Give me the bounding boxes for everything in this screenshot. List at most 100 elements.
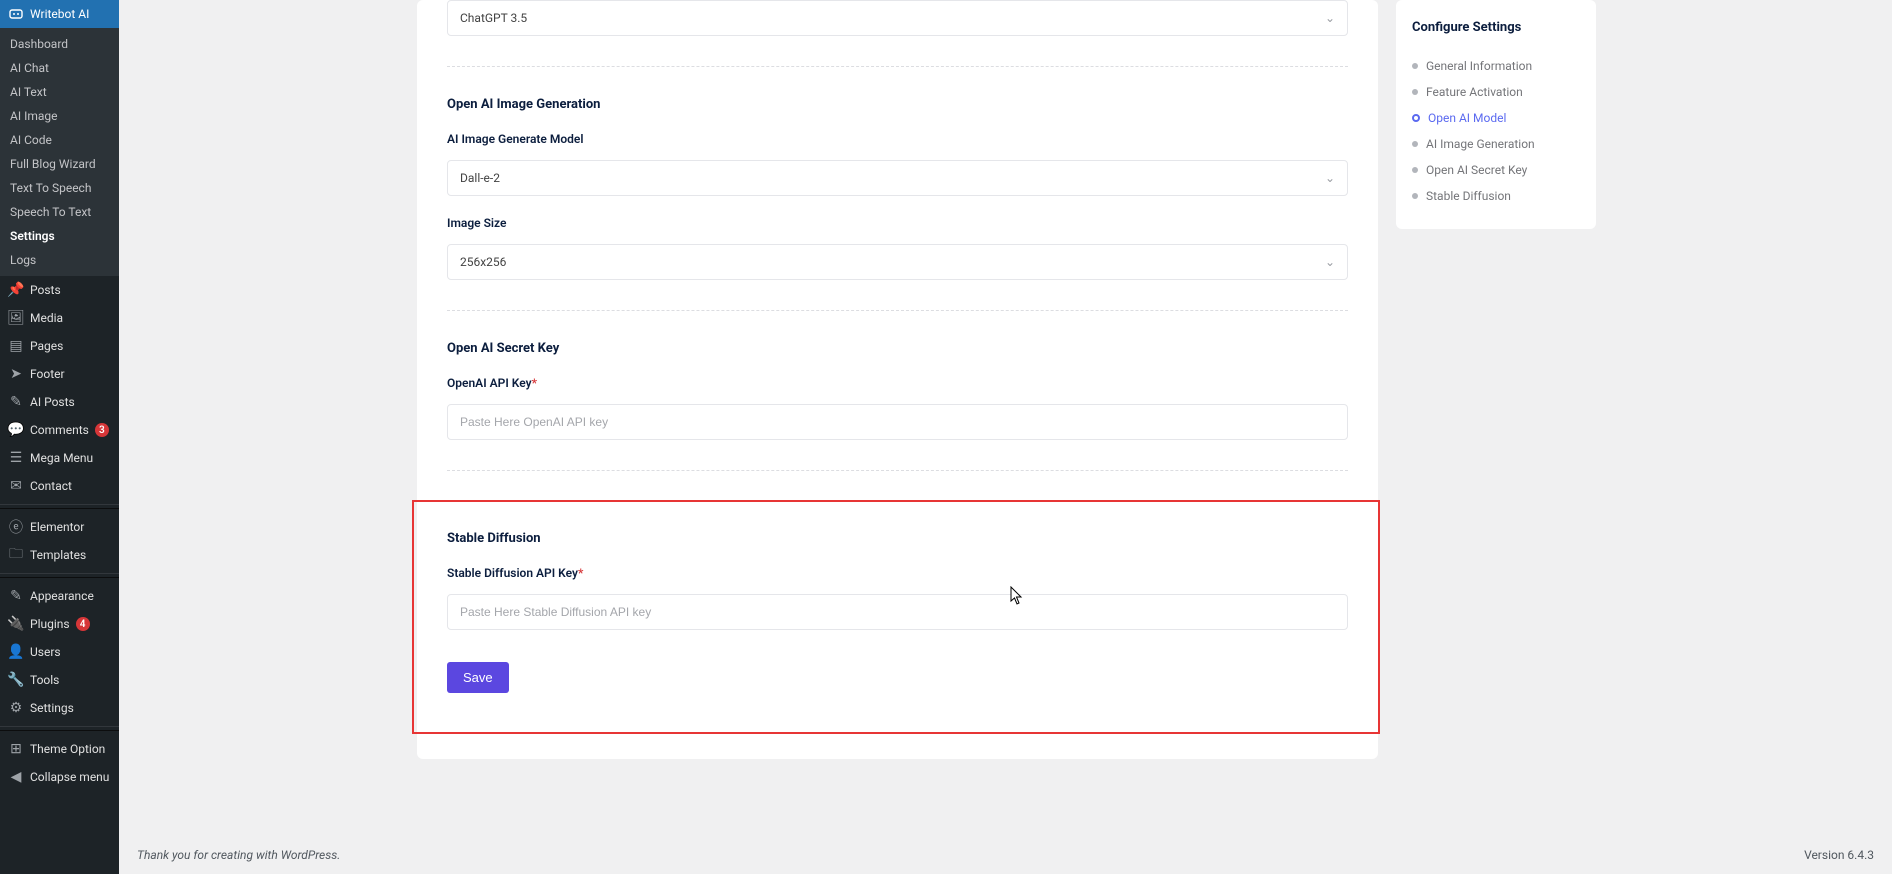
chevron-down-icon: ⌄ bbox=[1325, 171, 1335, 185]
page-icon: ▤ bbox=[8, 338, 24, 354]
sidebar-item-writebot-ai[interactable]: Writebot AI bbox=[0, 0, 119, 28]
toc-item-label: AI Image Generation bbox=[1426, 137, 1535, 151]
pin-icon: 📌 bbox=[8, 282, 24, 298]
footer-icon: ➤ bbox=[8, 366, 24, 382]
image-model-label: AI Image Generate Model bbox=[447, 132, 1348, 146]
image-gen-heading: Open AI Image Generation bbox=[447, 97, 1348, 112]
sidebar-sub-item-ai-text[interactable]: AI Text bbox=[0, 80, 119, 104]
sidebar-item-label: Comments bbox=[30, 423, 89, 437]
sidebar-item-plugins[interactable]: 🔌Plugins4 bbox=[0, 610, 119, 638]
sidebar-item-label: Media bbox=[30, 311, 63, 325]
stable-diffusion-key-input[interactable] bbox=[447, 594, 1348, 630]
elementor-icon: ⓔ bbox=[8, 519, 24, 535]
comments-icon: 💬 bbox=[8, 422, 24, 438]
select-value: 256x256 bbox=[460, 255, 506, 269]
bullet-icon bbox=[1412, 167, 1418, 173]
appearance-icon: ✎ bbox=[8, 588, 24, 604]
toc-item-open-ai-model[interactable]: Open AI Model bbox=[1412, 105, 1580, 131]
sidebar-sub-item-ai-code[interactable]: AI Code bbox=[0, 128, 119, 152]
section-divider bbox=[447, 66, 1348, 67]
toc-item-label: Open AI Model bbox=[1428, 111, 1506, 125]
label-text: OpenAI API Key bbox=[447, 376, 532, 390]
label-text: Stable Diffusion API Key bbox=[447, 566, 578, 580]
sidebar-submenu-writebot: DashboardAI ChatAI TextAI ImageAI CodeFu… bbox=[0, 28, 119, 276]
select-value: Dall-e-2 bbox=[460, 171, 500, 185]
sidebar-item-footer[interactable]: ➤Footer bbox=[0, 360, 119, 388]
image-size-label: Image Size bbox=[447, 216, 1348, 230]
chevron-down-icon: ⌄ bbox=[1325, 255, 1335, 269]
sidebar-sub-item-speech-to-text[interactable]: Speech To Text bbox=[0, 200, 119, 224]
sidebar-item-label: Posts bbox=[30, 283, 61, 297]
bullet-icon bbox=[1412, 63, 1418, 69]
sidebar-item-users[interactable]: 👤Users bbox=[0, 638, 119, 666]
sidebar-sub-item-settings[interactable]: Settings bbox=[0, 224, 119, 248]
select-value: ChatGPT 3.5 bbox=[460, 11, 527, 25]
collapse-icon: ◀ bbox=[8, 769, 24, 785]
sidebar-item-appearance[interactable]: ✎ Appearance bbox=[0, 582, 119, 610]
settings-icon: ⚙ bbox=[8, 700, 24, 716]
sidebar-item-theme-option[interactable]: ⊞Theme Option bbox=[0, 735, 119, 763]
toc-item-open-ai-secret-key[interactable]: Open AI Secret Key bbox=[1412, 157, 1580, 183]
toc-item-feature-activation[interactable]: Feature Activation bbox=[1412, 79, 1580, 105]
sidebar-item-label: Theme Option bbox=[30, 742, 105, 756]
openai-api-key-input[interactable] bbox=[447, 404, 1348, 440]
sidebar-item-label: Writebot AI bbox=[30, 7, 89, 21]
writebot-icon bbox=[8, 6, 24, 22]
sidebar-item-label: Tools bbox=[30, 673, 59, 687]
toc-item-general-information[interactable]: General Information bbox=[1412, 53, 1580, 79]
aiposts-icon: ✎ bbox=[8, 394, 24, 410]
image-size-select[interactable]: 256x256 ⌄ bbox=[447, 244, 1348, 280]
stable-diffusion-heading: Stable Diffusion bbox=[447, 531, 1348, 546]
toc-heading: Configure Settings bbox=[1412, 20, 1580, 35]
toc-item-ai-image-generation[interactable]: AI Image Generation bbox=[1412, 131, 1580, 157]
sidebar-item-ai-posts[interactable]: ✎ AI Posts bbox=[0, 388, 119, 416]
sidebar-item-label: Appearance bbox=[30, 589, 94, 603]
sidebar-sub-item-text-to-speech[interactable]: Text To Speech bbox=[0, 176, 119, 200]
toc-item-label: Feature Activation bbox=[1426, 85, 1523, 99]
sidebar-sub-item-ai-image[interactable]: AI Image bbox=[0, 104, 119, 128]
openai-api-key-label: OpenAI API Key* bbox=[447, 376, 1348, 390]
sidebar-item-mega-menu[interactable]: ☰Mega Menu bbox=[0, 444, 119, 472]
sidebar-sub-item-dashboard[interactable]: Dashboard bbox=[0, 32, 119, 56]
toc-sidebar: Configure Settings General Information Fe… bbox=[1396, 0, 1596, 830]
sidebar-divider bbox=[0, 504, 119, 509]
toc-item-stable-diffusion[interactable]: Stable Diffusion bbox=[1412, 183, 1580, 209]
chevron-down-icon: ⌄ bbox=[1325, 11, 1335, 25]
settings-form-card: ChatGPT 3.5 ⌄ Open AI Image Generation A… bbox=[417, 0, 1378, 759]
sidebar-item-templates[interactable]: 🗀Templates bbox=[0, 541, 119, 569]
sidebar-sub-item-full-blog-wizard[interactable]: Full Blog Wizard bbox=[0, 152, 119, 176]
main-content-area: ChatGPT 3.5 ⌄ Open AI Image Generation A… bbox=[119, 0, 1892, 874]
templates-icon: 🗀 bbox=[8, 547, 24, 563]
sidebar-item-posts[interactable]: 📌 Posts bbox=[0, 276, 119, 304]
chat-model-select[interactable]: ChatGPT 3.5 ⌄ bbox=[447, 0, 1348, 36]
sidebar-item-tools[interactable]: 🔧Tools bbox=[0, 666, 119, 694]
stable-diffusion-highlight: Stable Diffusion Stable Diffusion API Ke… bbox=[413, 501, 1379, 733]
sidebar-item-label: AI Posts bbox=[30, 395, 75, 409]
footer-thanks: Thank you for creating with WordPress. bbox=[137, 848, 340, 862]
sidebar-item-elementor[interactable]: ⓔElementor bbox=[0, 513, 119, 541]
sidebar-item-label: Contact bbox=[30, 479, 72, 493]
bullet-icon bbox=[1412, 89, 1418, 95]
sidebar-item-settings[interactable]: ⚙Settings bbox=[0, 694, 119, 722]
bullet-icon bbox=[1412, 114, 1420, 122]
image-model-select[interactable]: Dall-e-2 ⌄ bbox=[447, 160, 1348, 196]
section-divider bbox=[447, 470, 1348, 471]
toc-item-label: Open AI Secret Key bbox=[1426, 163, 1527, 177]
sidebar-item-pages[interactable]: ▤ Pages bbox=[0, 332, 119, 360]
sidebar-item-contact[interactable]: ✉ Contact bbox=[0, 472, 119, 500]
sidebar-item-label: Pages bbox=[30, 339, 63, 353]
sidebar-divider bbox=[0, 726, 119, 731]
sidebar-item-collapse-menu[interactable]: ◀Collapse menu bbox=[0, 763, 119, 791]
required-asterisk: * bbox=[578, 566, 583, 580]
sidebar-sub-item-ai-chat[interactable]: AI Chat bbox=[0, 56, 119, 80]
contact-icon: ✉ bbox=[8, 478, 24, 494]
sidebar-item-comments[interactable]: 💬 Comments 3 bbox=[0, 416, 119, 444]
count-badge: 3 bbox=[95, 423, 109, 437]
sidebar-sub-item-logs[interactable]: Logs bbox=[0, 248, 119, 272]
footer-version: Version 6.4.3 bbox=[1804, 848, 1874, 862]
sidebar-item-media[interactable]: 🖼Media bbox=[0, 304, 119, 332]
save-button[interactable]: Save bbox=[447, 662, 509, 693]
sidebar-divider bbox=[0, 573, 119, 578]
sidebar-item-label: Plugins bbox=[30, 617, 70, 631]
bullet-icon bbox=[1412, 141, 1418, 147]
